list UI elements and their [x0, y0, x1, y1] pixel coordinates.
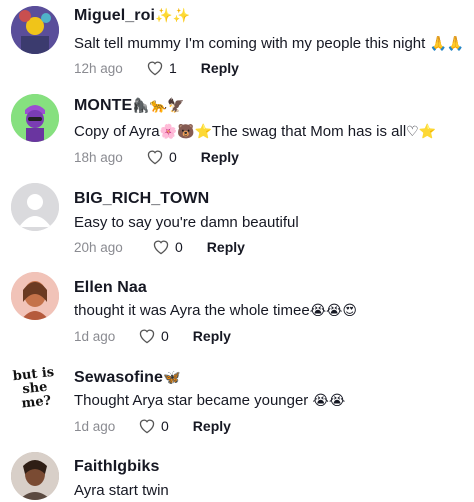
- comment-text: Salt tell mummy I'm coming with my peopl…: [74, 35, 464, 52]
- inline-emojis: 🌸🐻⭐: [159, 124, 212, 140]
- heart-icon: [147, 150, 163, 165]
- reply-button[interactable]: Reply: [193, 328, 231, 344]
- avatar[interactable]: [11, 452, 59, 500]
- comment-item: BIG_RICH_TOWN Easy to say you're damn be…: [0, 180, 474, 268]
- like-count: 0: [161, 418, 169, 434]
- comment-body: thought it was Ayra the whole timee: [74, 302, 310, 319]
- comment-body: Ayra start twin: [74, 482, 169, 499]
- username[interactable]: FaithIgbiks: [74, 458, 160, 476]
- comment-body: The swag that Mom has is all: [211, 123, 407, 140]
- timestamp: 18h ago: [74, 149, 123, 165]
- comment-meta: 18h ago 0 Reply: [74, 149, 239, 165]
- comment-meta: 1d ago 0 Reply: [74, 418, 231, 434]
- pray-emoji: 🙏🙏: [429, 36, 465, 52]
- sparkles-emoji: ✨✨: [155, 8, 191, 24]
- heart-icon: [139, 329, 155, 344]
- comment-body: Salt tell mummy I'm coming with my peopl…: [74, 35, 426, 52]
- username-text[interactable]: Sewasofine: [74, 369, 163, 386]
- comment-item: Miguel_roi✨✨ Salt tell mummy I'm coming …: [0, 0, 474, 88]
- like-button[interactable]: 0: [138, 328, 169, 344]
- butterfly-emoji: 🦋: [163, 370, 181, 386]
- comment-body-prefix: Copy of Ayra: [74, 123, 160, 140]
- like-count: 0: [169, 149, 177, 165]
- comment-item: FaithIgbiks Ayra start twin: [0, 450, 474, 502]
- username-text[interactable]: MONTE: [74, 97, 132, 114]
- like-count: 0: [175, 239, 183, 255]
- comment-text: Easy to say you're damn beautiful: [74, 214, 299, 231]
- avatar[interactable]: but is she me?: [9, 362, 61, 410]
- like-button[interactable]: 0: [146, 149, 177, 165]
- comment-item: but is she me? Sewasofine🦋 Thought Arya …: [0, 360, 474, 448]
- timestamp: 1d ago: [74, 418, 116, 434]
- comment-item: MONTE🦍🐆🦅 Copy of Ayra🌸🐻⭐The swag that Mo…: [0, 90, 474, 178]
- reply-button[interactable]: Reply: [193, 418, 231, 434]
- username[interactable]: Ellen Naa: [74, 279, 147, 297]
- heart-icon: [147, 61, 163, 76]
- trailing-emojis: ♡⭐: [406, 124, 437, 140]
- like-count: 0: [161, 328, 169, 344]
- comment-text: thought it was Ayra the whole timee😭😭😍: [74, 302, 357, 319]
- username-text[interactable]: Miguel_roi: [74, 7, 155, 24]
- comment-body: Thought Arya star became younger: [74, 392, 309, 409]
- like-count: 1: [169, 60, 177, 76]
- comment-meta: 12h ago 1 Reply: [74, 60, 239, 76]
- comment-text: Copy of Ayra🌸🐻⭐The swag that Mom has is …: [74, 123, 436, 140]
- timestamp: 1d ago: [74, 328, 116, 344]
- username[interactable]: MONTE🦍🐆🦅: [74, 97, 185, 115]
- avatar[interactable]: [11, 183, 59, 231]
- username-text[interactable]: Ellen Naa: [74, 279, 147, 296]
- comment-meta: 20h ago 0 Reply: [74, 239, 245, 255]
- comment-body: Easy to say you're damn beautiful: [74, 214, 299, 231]
- timestamp: 12h ago: [74, 60, 123, 76]
- reply-button[interactable]: Reply: [207, 239, 245, 255]
- avatar[interactable]: [11, 6, 59, 54]
- comment-text: Ayra start twin: [74, 482, 169, 499]
- like-button[interactable]: 0: [152, 239, 183, 255]
- animal-emojis: 🦍🐆🦅: [132, 98, 185, 114]
- cry-emojis: 😭😭: [312, 393, 346, 409]
- reply-button[interactable]: Reply: [201, 60, 239, 76]
- timestamp: 20h ago: [74, 239, 123, 255]
- cry-heart-eyes-emojis: 😭😭😍: [309, 303, 358, 319]
- like-button[interactable]: 1: [146, 60, 177, 76]
- like-button[interactable]: 0: [138, 418, 169, 434]
- heart-icon: [153, 240, 169, 255]
- avatar[interactable]: [11, 272, 59, 320]
- avatar[interactable]: [11, 94, 59, 142]
- username[interactable]: BIG_RICH_TOWN: [74, 190, 209, 208]
- username[interactable]: Miguel_roi✨✨: [74, 7, 190, 25]
- username-text[interactable]: BIG_RICH_TOWN: [74, 190, 209, 207]
- heart-icon: [139, 419, 155, 434]
- avatar-caption: but is she me?: [12, 364, 55, 410]
- username-text[interactable]: FaithIgbiks: [74, 458, 160, 475]
- comment-item: Ellen Naa thought it was Ayra the whole …: [0, 270, 474, 358]
- comment-text: Thought Arya star became younger 😭😭: [74, 392, 345, 409]
- reply-button[interactable]: Reply: [201, 149, 239, 165]
- username[interactable]: Sewasofine🦋: [74, 369, 181, 387]
- comment-meta: 1d ago 0 Reply: [74, 328, 231, 344]
